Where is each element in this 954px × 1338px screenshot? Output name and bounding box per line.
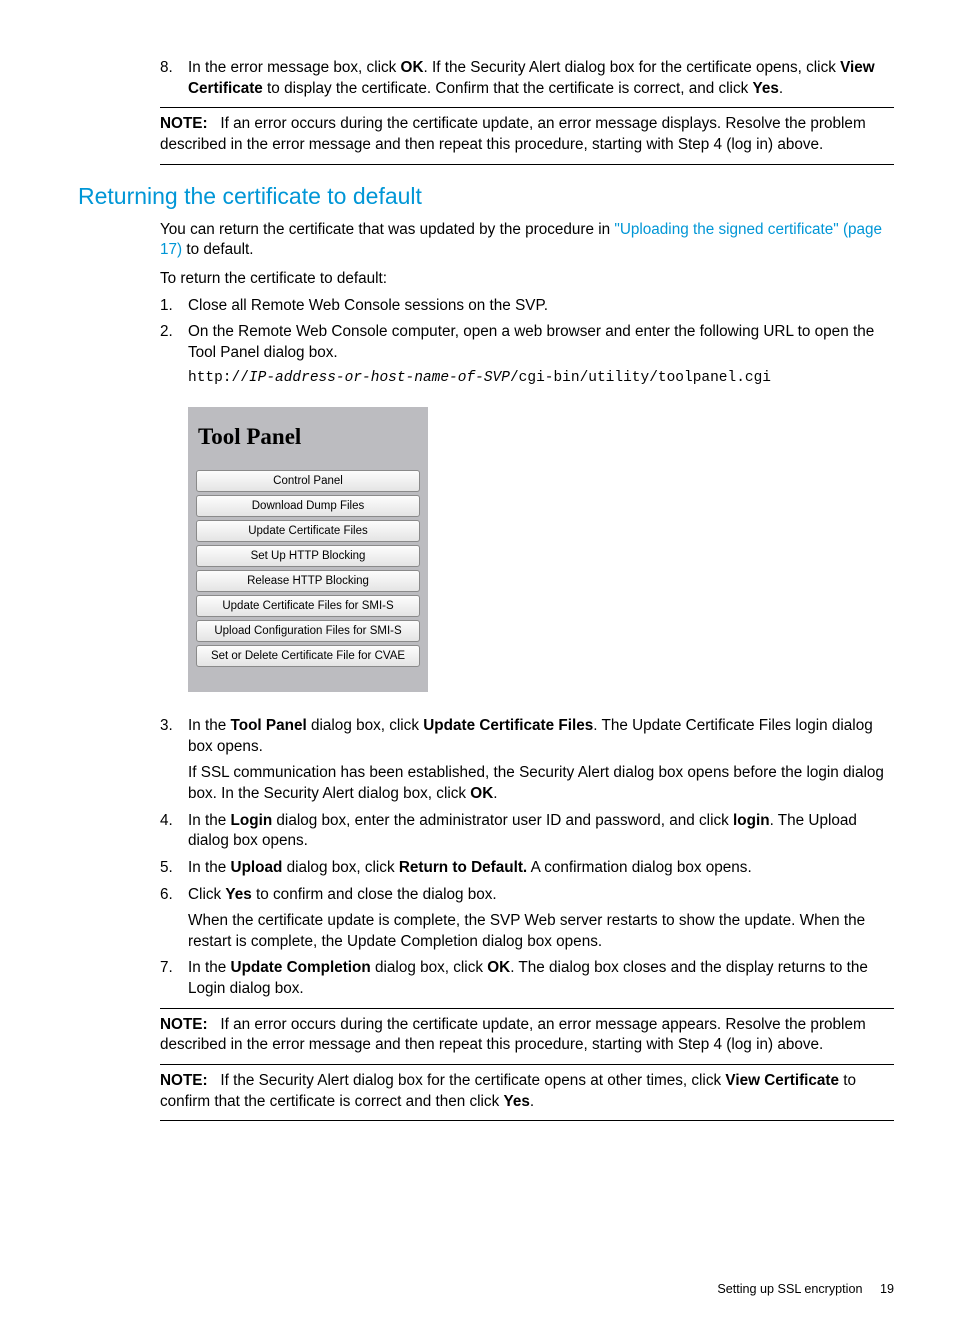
step-number: 1. xyxy=(160,296,188,317)
tool-panel-button-release-http-block[interactable]: Release HTTP Blocking xyxy=(196,570,420,592)
tool-panel-button-setup-http-block[interactable]: Set Up HTTP Blocking xyxy=(196,545,420,567)
note-label: NOTE: xyxy=(160,115,208,132)
step-6: 6. Click Yes to confirm and close the di… xyxy=(160,885,894,953)
intro-line-2: To return the certificate to default: xyxy=(160,269,894,290)
tool-panel-title: Tool Panel xyxy=(198,421,420,452)
step-4: 4. In the Login dialog box, enter the ad… xyxy=(160,811,894,852)
step-number: 7. xyxy=(160,958,188,999)
note2-rule-bottom xyxy=(160,1064,894,1065)
step-1: 1. Close all Remote Web Console sessions… xyxy=(160,296,894,317)
note3-rule-bottom xyxy=(160,1120,894,1121)
tool-panel-button-upload-config-smis[interactable]: Upload Configuration Files for SMI-S xyxy=(196,620,420,642)
note-label: NOTE: xyxy=(160,1072,208,1089)
step-number: 8. xyxy=(160,58,188,99)
step-number: 6. xyxy=(160,885,188,953)
ok-bold: OK xyxy=(470,785,493,802)
tool-panel-button-cert-cvae[interactable]: Set or Delete Certificate File for CVAE xyxy=(196,645,420,667)
step-6-sub: When the certificate update is complete,… xyxy=(188,911,894,952)
page-footer: Setting up SSL encryption 19 xyxy=(78,1281,894,1298)
code-italic: IP-address-or-host-name-of-SVP xyxy=(249,370,510,386)
footer-text: Setting up SSL encryption xyxy=(717,1282,862,1296)
note-body: If an error occurs during the certificat… xyxy=(160,1016,866,1054)
step-body: In the Upload dialog box, click Return t… xyxy=(188,858,894,879)
ok-bold: OK xyxy=(401,59,424,76)
tool-panel-button-update-cert-smis[interactable]: Update Certificate Files for SMI-S xyxy=(196,595,420,617)
procedure-list: 1. Close all Remote Web Console sessions… xyxy=(160,296,894,1000)
intro-paragraph: You can return the certificate that was … xyxy=(160,220,894,261)
yes-bold: Yes xyxy=(225,886,251,903)
note2-rule-top xyxy=(160,1008,894,1009)
step-body: On the Remote Web Console computer, open… xyxy=(188,322,894,710)
return-default-bold: Return to Default. xyxy=(399,859,527,876)
page-number: 19 xyxy=(880,1282,894,1296)
update-completion-bold: Update Completion xyxy=(231,959,371,976)
yes-bold: Yes xyxy=(503,1093,529,1110)
step-body: In the Tool Panel dialog box, click Upda… xyxy=(188,716,894,805)
note-label: NOTE: xyxy=(160,1016,208,1033)
note-3: NOTE: If the Security Alert dialog box f… xyxy=(160,1071,894,1112)
step-body: Close all Remote Web Console sessions on… xyxy=(188,296,894,317)
note-body: If an error occurs during the certificat… xyxy=(160,115,866,153)
step-3: 3. In the Tool Panel dialog box, click U… xyxy=(160,716,894,805)
note-rule-bottom xyxy=(160,164,894,165)
view-certificate-bold: View Certificate xyxy=(725,1072,839,1089)
step-2: 2. On the Remote Web Console computer, o… xyxy=(160,322,894,710)
step-body: In the Update Completion dialog box, cli… xyxy=(188,958,894,999)
step-3-sub: If SSL communication has been establishe… xyxy=(188,763,894,804)
note-rule-top xyxy=(160,107,894,108)
step-number: 5. xyxy=(160,858,188,879)
step-5: 5. In the Upload dialog box, click Retur… xyxy=(160,858,894,879)
url-code: http://IP-address-or-host-name-of-SVP/cg… xyxy=(188,369,894,389)
step-number: 3. xyxy=(160,716,188,805)
step-7: 7. In the Update Completion dialog box, … xyxy=(160,958,894,999)
tool-panel-bold: Tool Panel xyxy=(231,717,307,734)
note-1: NOTE: If an error occurs during the cert… xyxy=(160,114,894,155)
step-number: 4. xyxy=(160,811,188,852)
step-number: 2. xyxy=(160,322,188,710)
login-bold: Login xyxy=(231,812,273,829)
update-cert-files-bold: Update Certificate Files xyxy=(423,717,593,734)
section-heading: Returning the certificate to default xyxy=(78,181,894,212)
tool-panel-dialog: Tool Panel Control Panel Download Dump F… xyxy=(188,407,428,692)
step-body: In the error message box, click OK. If t… xyxy=(188,58,894,99)
tool-panel-button-download-dump[interactable]: Download Dump Files xyxy=(196,495,420,517)
login-button-bold: login xyxy=(733,812,770,829)
prior-step-list: 8. In the error message box, click OK. I… xyxy=(160,58,894,99)
note-2: NOTE: If an error occurs during the cert… xyxy=(160,1015,894,1056)
tool-panel-button-update-cert[interactable]: Update Certificate Files xyxy=(196,520,420,542)
tool-panel-screenshot: Tool Panel Control Panel Download Dump F… xyxy=(188,407,894,692)
step-body: In the Login dialog box, enter the admin… xyxy=(188,811,894,852)
tool-panel-button-control-panel[interactable]: Control Panel xyxy=(196,470,420,492)
step-body: Click Yes to confirm and close the dialo… xyxy=(188,885,894,953)
yes-bold: Yes xyxy=(753,80,779,97)
upload-bold: Upload xyxy=(231,859,283,876)
ok-bold: OK xyxy=(487,959,510,976)
step-8: 8. In the error message box, click OK. I… xyxy=(160,58,894,99)
